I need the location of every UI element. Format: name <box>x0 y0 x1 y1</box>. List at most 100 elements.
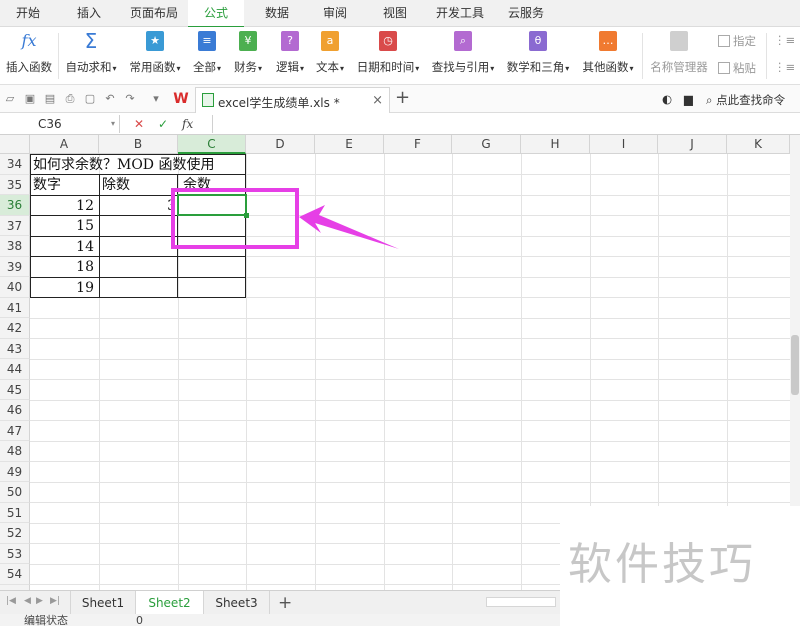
autosum-button[interactable]: Σ 自动求和▾ <box>62 29 120 81</box>
finance-functions-button[interactable]: ¥ 财务▾ <box>229 29 267 81</box>
insert-function-icon[interactable]: fx <box>182 116 193 132</box>
sheet-tab-sheet2[interactable]: Sheet2 <box>136 591 204 615</box>
cell-a39[interactable]: 18 <box>30 257 99 277</box>
sheet-tab-sheet1[interactable]: Sheet1 <box>70 591 136 615</box>
column-header-a[interactable]: A <box>30 135 99 154</box>
column-header-b[interactable]: B <box>99 135 178 154</box>
common-functions-button[interactable]: ★ 常用函数▾ <box>124 29 186 81</box>
cancel-icon[interactable]: ✕ <box>134 116 144 132</box>
cell-a40[interactable]: 19 <box>30 278 99 298</box>
row-header[interactable]: 50 <box>0 482 30 503</box>
finance-book-icon: ¥ <box>239 31 257 51</box>
export-pdf-icon[interactable]: ▤ <box>44 93 56 105</box>
add-sheet-icon[interactable]: + <box>278 593 292 613</box>
next-sheet-icon[interactable]: ▶ <box>36 596 43 606</box>
redo-icon[interactable]: ↷ <box>124 93 136 105</box>
row-header[interactable]: 46 <box>0 400 30 421</box>
column-header-i[interactable]: I <box>590 135 658 154</box>
paste-name-button[interactable]: 粘贴 <box>718 60 756 76</box>
lookup-functions-button[interactable]: ⌕ 查找与引用▾ <box>427 29 499 81</box>
cell-a38[interactable]: 14 <box>30 237 99 257</box>
row-header[interactable]: 51 <box>0 502 30 523</box>
menu-tab-data[interactable]: 数据 <box>252 0 302 27</box>
menu-tab-cloud[interactable]: 云服务 <box>500 0 552 27</box>
logic-functions-button[interactable]: ? 逻辑▾ <box>271 29 309 81</box>
undo-icon[interactable]: ↶ <box>104 93 116 105</box>
vertical-scroll-thumb[interactable] <box>791 335 799 395</box>
sheet-tab-sheet3[interactable]: Sheet3 <box>204 591 270 615</box>
row-header[interactable]: 49 <box>0 461 30 482</box>
cell-a35[interactable]: 数字 <box>33 175 97 195</box>
row-header[interactable]: 35 <box>0 174 30 195</box>
save-icon[interactable]: ▣ <box>24 93 36 105</box>
row-header[interactable]: 38 <box>0 236 30 257</box>
menu-tab-developer[interactable]: 开发工具 <box>428 0 492 27</box>
column-header-k[interactable]: K <box>727 135 790 154</box>
first-sheet-icon[interactable]: |◀ <box>6 596 16 606</box>
row-header[interactable]: 53 <box>0 543 30 564</box>
column-header-c[interactable]: C <box>178 135 246 154</box>
trace-dependents-icon[interactable]: ⋮≡ <box>774 60 795 74</box>
share-icon[interactable]: ▆ <box>684 92 693 106</box>
row-header[interactable]: 42 <box>0 318 30 339</box>
cell-a34-title[interactable]: 如何求余数？MOD 函数使用 <box>33 155 245 175</box>
formula-input[interactable] <box>212 115 798 133</box>
print-preview-icon[interactable]: ▢ <box>84 93 96 105</box>
cell-b36[interactable]: 3 <box>99 196 178 216</box>
other-functions-button[interactable]: … 其他函数▾ <box>577 29 639 81</box>
row-header[interactable]: 43 <box>0 338 30 359</box>
column-header-g[interactable]: G <box>452 135 521 154</box>
skin-icon[interactable]: ◐ <box>662 92 672 106</box>
datetime-functions-button[interactable]: ◷ 日期和时间▾ <box>352 29 424 81</box>
customize-dropdown-icon[interactable]: ▾ <box>150 93 162 105</box>
row-header[interactable]: 41 <box>0 297 30 318</box>
chevron-down-icon: ▾ <box>415 64 420 73</box>
row-header[interactable]: 37 <box>0 215 30 236</box>
status-mode: 编辑状态 <box>24 614 68 626</box>
row-header[interactable]: 34 <box>0 154 30 175</box>
row-header[interactable]: 39 <box>0 256 30 277</box>
search-command[interactable]: ⌕ 点此查找命令 <box>706 92 785 108</box>
print-icon[interactable]: ⎙ <box>64 93 76 105</box>
open-folder-icon[interactable]: ▱ <box>4 93 16 105</box>
horizontal-scrollbar[interactable] <box>486 597 556 607</box>
row-header[interactable]: 52 <box>0 523 30 544</box>
column-header-d[interactable]: D <box>246 135 315 154</box>
cell-b35[interactable]: 除数 <box>102 175 176 195</box>
column-header-f[interactable]: F <box>384 135 452 154</box>
document-tab[interactable]: excel学生成绩单.xls * × <box>195 87 390 113</box>
name-box[interactable]: C36 ▾ <box>4 115 120 133</box>
row-header[interactable]: 47 <box>0 420 30 441</box>
column-header-j[interactable]: J <box>658 135 727 154</box>
insert-function-button[interactable]: fx 插入函数 <box>2 29 56 81</box>
column-header-e[interactable]: E <box>315 135 384 154</box>
close-icon[interactable]: × <box>372 93 383 108</box>
menu-tab-insert[interactable]: 插入 <box>64 0 114 27</box>
menu-tab-start[interactable]: 开始 <box>0 0 56 27</box>
menu-tab-page-layout[interactable]: 页面布局 <box>122 0 186 27</box>
all-functions-button[interactable]: ≡ 全部▾ <box>189 29 225 81</box>
prev-sheet-icon[interactable]: ◀ <box>24 596 31 606</box>
row-header[interactable]: 36 <box>0 195 30 216</box>
assign-button[interactable]: 指定 <box>718 33 756 49</box>
row-header[interactable]: 45 <box>0 379 30 400</box>
row-header[interactable]: 54 <box>0 564 30 585</box>
text-functions-button[interactable]: a 文本▾ <box>312 29 348 81</box>
name-manager-button[interactable]: 名称管理器 <box>648 29 710 81</box>
row-header[interactable]: 48 <box>0 441 30 462</box>
column-header-h[interactable]: H <box>521 135 590 154</box>
theta-book-icon: θ <box>529 31 547 51</box>
confirm-icon[interactable]: ✓ <box>158 116 168 132</box>
cell-a36[interactable]: 12 <box>30 196 99 216</box>
new-tab-icon[interactable]: + <box>395 89 410 107</box>
trace-icon[interactable]: ⋮≡ <box>774 33 795 47</box>
menu-tab-formulas[interactable]: 公式 <box>188 0 244 28</box>
menu-tab-review[interactable]: 审阅 <box>310 0 360 27</box>
menu-tab-view[interactable]: 视图 <box>370 0 420 27</box>
row-header[interactable]: 40 <box>0 277 30 298</box>
math-functions-button[interactable]: θ 数学和三角▾ <box>502 29 574 81</box>
cell-a37[interactable]: 15 <box>30 216 99 236</box>
row-header[interactable]: 44 <box>0 359 30 380</box>
last-sheet-icon[interactable]: ▶| <box>50 596 60 606</box>
select-all-corner[interactable] <box>0 135 30 154</box>
